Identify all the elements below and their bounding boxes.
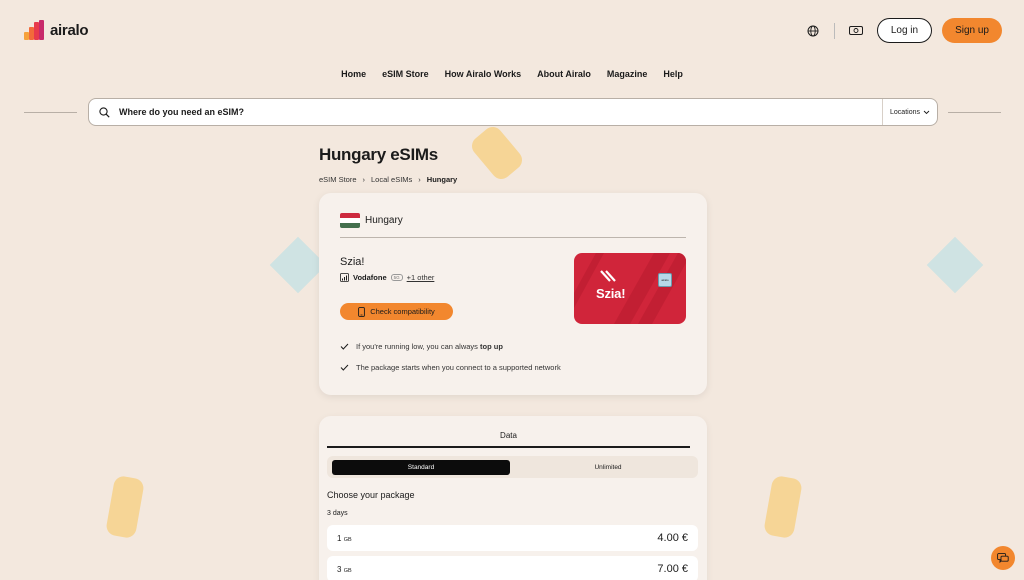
chat-button[interactable] <box>991 546 1015 570</box>
country-name: Hungary <box>365 215 403 226</box>
package-amount: 3 <box>337 564 342 574</box>
check-compatibility-label: Check compatibility <box>370 307 435 316</box>
package-price: 7.00 € <box>657 563 688 575</box>
airalo-logo-icon <box>24 20 44 40</box>
tab-data[interactable]: Data <box>327 431 690 440</box>
segment-unlimited[interactable]: Unlimited <box>522 460 694 475</box>
chip-label: airalo <box>661 278 669 282</box>
checkmark-icon <box>340 364 349 371</box>
decor-shape <box>269 236 327 294</box>
other-networks-link[interactable]: +1 other <box>407 273 435 282</box>
decor-shape <box>467 122 527 184</box>
search-bar[interactable]: Where do you need an eSIM? Locations <box>88 98 938 126</box>
main-nav: Home eSIM Store How Airalo Works About A… <box>0 69 1024 79</box>
nav-item-help[interactable]: Help <box>663 69 683 79</box>
login-button[interactable]: Log in <box>876 18 933 43</box>
network-badge: 5G <box>390 274 403 281</box>
operator-name: Szia! <box>340 256 365 268</box>
package-amount: 1 <box>337 533 342 543</box>
breadcrumb: eSIM Store › Local eSIMs › Hungary <box>319 175 457 184</box>
sim-chip-icon: airalo <box>658 273 672 287</box>
search-input[interactable]: Where do you need an eSIM? <box>119 107 882 117</box>
choose-package-heading: Choose your package <box>327 490 415 500</box>
decor-shape <box>105 474 145 540</box>
network-name: Vodafone <box>353 273 387 282</box>
breadcrumb-current: Hungary <box>426 175 458 184</box>
breadcrumb-esim-store[interactable]: eSIM Store <box>319 175 357 184</box>
tab-indicator <box>327 446 690 448</box>
checkmark-icon <box>340 343 349 350</box>
divider <box>948 112 1001 113</box>
package-price: 4.00 € <box>657 532 688 544</box>
divider <box>340 237 686 238</box>
nav-item-about[interactable]: About Airalo <box>537 69 591 79</box>
decor-shape <box>763 474 803 540</box>
locations-label: Locations <box>890 108 920 116</box>
chevron-down-icon <box>923 110 930 114</box>
signal-icon <box>340 273 349 282</box>
feature-text: The package starts when you connect to a… <box>356 363 561 372</box>
currency-icon[interactable] <box>845 20 867 42</box>
logo[interactable]: airalo <box>24 20 89 40</box>
signup-button[interactable]: Sign up <box>942 18 1002 43</box>
nav-item-esim-store[interactable]: eSIM Store <box>382 69 429 79</box>
chat-icon <box>997 552 1009 563</box>
brand-name: airalo <box>50 21 89 39</box>
duration-label: 3 days <box>327 510 348 517</box>
top-up-link[interactable]: top up <box>480 342 503 351</box>
segment-standard[interactable]: Standard <box>332 460 510 475</box>
nav-item-home[interactable]: Home <box>341 69 366 79</box>
divider <box>24 112 77 113</box>
nav-item-how-it-works[interactable]: How Airalo Works <box>445 69 522 79</box>
package-unit: GB <box>343 567 352 574</box>
globe-icon[interactable] <box>802 20 824 42</box>
esim-card-image: Szia! airalo <box>574 253 686 324</box>
card-brand-text: Szia! <box>596 286 626 301</box>
divider <box>833 22 835 39</box>
szia-logo-icon <box>600 270 616 282</box>
header-actions: Log in Sign up <box>802 18 1002 43</box>
search-icon <box>89 106 119 118</box>
plan-type-toggle: Standard Unlimited <box>327 456 698 478</box>
nav-item-magazine[interactable]: Magazine <box>607 69 648 79</box>
breadcrumb-local-esims[interactable]: Local eSIMs <box>371 175 412 184</box>
feature-text: If you're running low, you can always <box>356 342 480 351</box>
phone-icon <box>358 306 366 317</box>
check-compatibility-button[interactable]: Check compatibility <box>340 303 453 320</box>
esim-info-card: Hungary Szia! Vodafone 5G +1 other Check… <box>319 193 707 395</box>
page-title: Hungary eSIMs <box>319 145 438 164</box>
hungary-flag-icon <box>340 213 360 228</box>
chevron-right-icon: › <box>418 175 421 184</box>
package-unit: GB <box>343 536 352 543</box>
package-option[interactable]: 1 GB 4.00 € <box>327 525 698 551</box>
network-row: Vodafone 5G +1 other <box>340 273 434 282</box>
package-option[interactable]: 3 GB 7.00 € <box>327 556 698 580</box>
locations-dropdown[interactable]: Locations <box>882 99 937 125</box>
feature-item: If you're running low, you can always to… <box>340 342 503 351</box>
chevron-right-icon: › <box>362 175 366 184</box>
card-stripes <box>574 253 686 324</box>
feature-item: The package starts when you connect to a… <box>340 363 561 372</box>
decor-shape <box>926 236 984 294</box>
packages-card: Data Standard Unlimited Choose your pack… <box>319 416 707 580</box>
